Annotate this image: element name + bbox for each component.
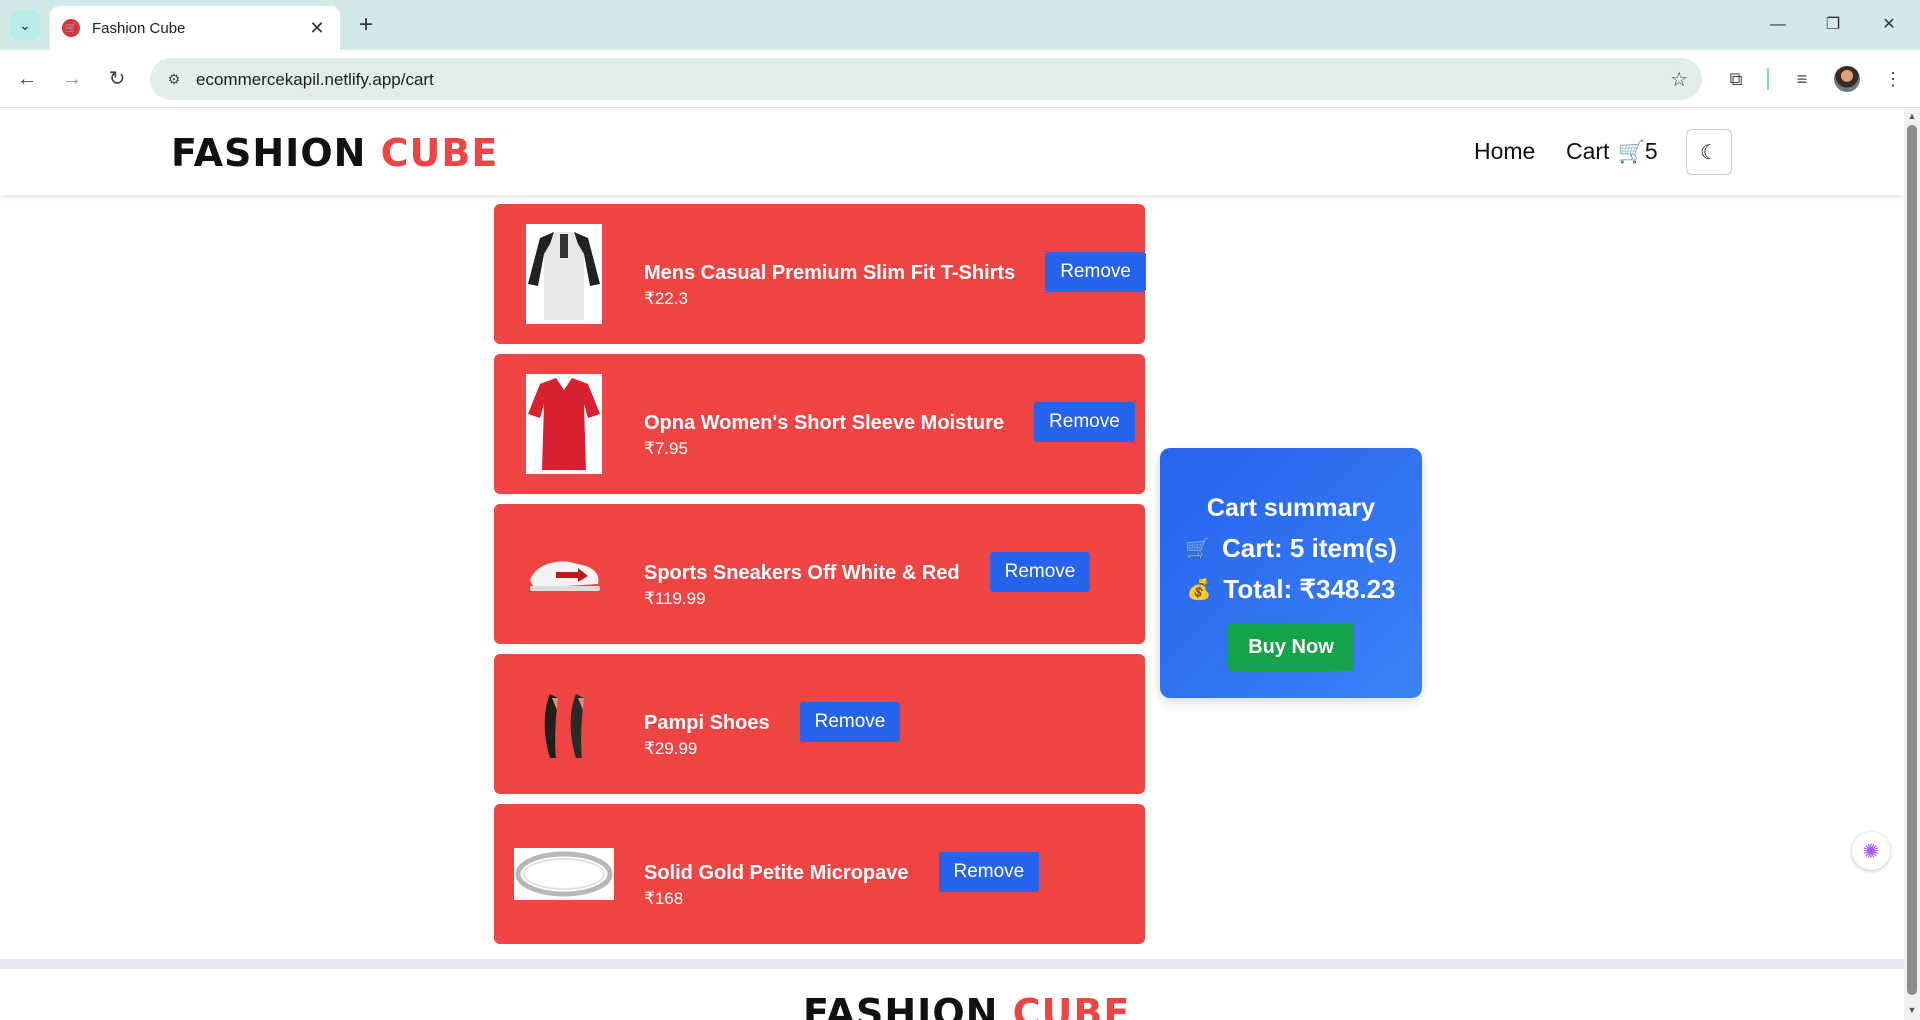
item-price: ₹29.99 — [644, 739, 698, 758]
profile-avatar[interactable] — [1834, 66, 1860, 92]
cart-item-list: Mens Casual Premium Slim Fit T-Shirts ₹2… — [494, 204, 1146, 954]
moon-icon: ☾ — [1700, 141, 1718, 164]
scroll-up-icon[interactable]: ▲ — [1907, 111, 1917, 121]
summary-total: 💰 Total: ₹348.23 — [1160, 574, 1422, 605]
item-title: Mens Casual Premium Slim Fit T-Shirts — [644, 262, 1016, 284]
remove-button[interactable]: Remove — [1045, 252, 1146, 292]
remove-button[interactable]: Remove — [799, 702, 901, 742]
page-scrollbar[interactable]: ▲ ▼ — [1904, 109, 1920, 1020]
address-bar[interactable]: ⚙ ecommercekapil.netlify.app/cart ☆ — [150, 58, 1702, 100]
assistant-brain-icon[interactable]: ✺ — [1852, 832, 1890, 870]
cart-item: Opna Women's Short Sleeve Moisture ₹7.95… — [494, 354, 1145, 494]
browser-tab-bar: ⌄ 🛒 Fashion Cube ✕ + — ❐ ✕ — [0, 0, 1920, 50]
remove-button[interactable]: Remove — [989, 552, 1091, 592]
scroll-down-icon[interactable]: ▼ — [1907, 1005, 1917, 1015]
site-info-icon[interactable]: ⚙ — [164, 69, 184, 89]
cart-item: Sports Sneakers Off White & Red ₹119.99 … — [494, 504, 1145, 644]
logo-main-text: FASHION — [171, 131, 367, 175]
heels-image — [526, 688, 602, 764]
forward-button[interactable]: → — [56, 63, 88, 95]
footer-logo-main: FASHION — [803, 991, 999, 1020]
browser-toolbar: ← → ↻ ⚙ ecommercekapil.netlify.app/cart … — [0, 50, 1920, 108]
browser-tab[interactable]: 🛒 Fashion Cube ✕ — [50, 6, 340, 50]
media-control-icon[interactable]: ≡ — [1787, 64, 1817, 94]
cart-summary-card: Cart summary 🛒 Cart: 5 item(s) 💰 Total: … — [1160, 448, 1422, 698]
cart-count: 5 — [1644, 138, 1658, 164]
remove-button[interactable]: Remove — [1034, 402, 1135, 442]
cart-icon: 🛒 — [1185, 538, 1211, 560]
bookmark-star-icon[interactable]: ☆ — [1670, 67, 1688, 92]
item-info: Mens Casual Premium Slim Fit T-Shirts ₹2… — [644, 252, 1146, 309]
site-logo[interactable]: FASHION CUBE — [171, 131, 498, 175]
item-price: ₹7.95 — [644, 439, 688, 458]
item-title: Opna Women's Short Sleeve Moisture — [644, 412, 1005, 434]
money-bag-icon: 💰 — [1186, 579, 1212, 601]
footer-logo-accent: CUBE — [1012, 991, 1131, 1020]
cart-item: Mens Casual Premium Slim Fit T-Shirts ₹2… — [494, 204, 1146, 344]
remove-button[interactable]: Remove — [938, 852, 1040, 892]
tshirt-image — [526, 224, 602, 324]
menu-kebab-icon[interactable]: ⋮ — [1878, 64, 1908, 94]
summary-cart-label: Cart: 5 item(s) — [1222, 533, 1397, 563]
cart-item: Pampi Shoes ₹29.99 Remove — [494, 654, 1145, 794]
item-info: Sports Sneakers Off White & Red ₹119.99 … — [644, 552, 1091, 609]
back-button[interactable]: ← — [11, 63, 43, 95]
sneaker-image — [526, 544, 602, 600]
item-price: ₹168 — [644, 889, 684, 908]
extensions-icon[interactable]: ⧉ — [1721, 64, 1751, 94]
summary-total-label: Total: ₹348.23 — [1223, 574, 1396, 604]
item-info: Pampi Shoes ₹29.99 Remove — [644, 702, 901, 759]
url-text[interactable]: ecommercekapil.netlify.app/cart — [196, 70, 434, 90]
scrollbar-thumb[interactable] — [1907, 125, 1917, 995]
toolbar-separator — [1767, 68, 1769, 90]
summary-title: Cart summary — [1206, 494, 1376, 522]
item-title: Pampi Shoes — [644, 712, 770, 734]
tab-title: Fashion Cube — [92, 19, 186, 37]
restore-button[interactable]: ❐ — [1813, 10, 1853, 40]
footer-logo[interactable]: FASHION CUBE — [803, 991, 1130, 1020]
site-footer: FASHION CUBE — [0, 959, 1904, 1020]
logo-accent-text: CUBE — [380, 131, 499, 175]
item-title: Solid Gold Petite Micropave — [644, 862, 909, 884]
dark-mode-toggle[interactable]: ☾ — [1686, 129, 1732, 175]
tab-search-button[interactable]: ⌄ — [10, 10, 40, 40]
reload-button[interactable]: ↻ — [101, 63, 133, 95]
new-tab-button[interactable]: + — [352, 11, 380, 39]
site-header: FASHION CUBE Home Cart 🛒 5 ☾ — [0, 109, 1904, 195]
item-price: ₹119.99 — [644, 589, 706, 608]
item-info: Opna Women's Short Sleeve Moisture ₹7.95… — [644, 402, 1135, 459]
nav-cart-link[interactable]: Cart 🛒 5 — [1566, 138, 1658, 165]
bracelet-image — [514, 848, 614, 900]
buy-now-button[interactable]: Buy Now — [1228, 623, 1354, 671]
close-tab-icon[interactable]: ✕ — [306, 18, 328, 39]
favicon-icon: 🛒 — [62, 19, 80, 37]
summary-cart-count: 🛒 Cart: 5 item(s) — [1160, 533, 1422, 564]
item-price: ₹22.3 — [644, 289, 688, 308]
red-shirt-image — [526, 374, 602, 474]
close-window-button[interactable]: ✕ — [1869, 10, 1909, 40]
cart-item: Solid Gold Petite Micropave ₹168 Remove — [494, 804, 1145, 944]
nav-home-link[interactable]: Home — [1474, 138, 1535, 165]
page-viewport: FASHION CUBE Home Cart 🛒 5 ☾ Mens Casual… — [0, 109, 1904, 1020]
nav-cart-label: Cart — [1566, 138, 1610, 164]
shopping-cart-icon: 🛒 — [1617, 138, 1645, 164]
minimize-button[interactable]: — — [1758, 10, 1798, 40]
item-info: Solid Gold Petite Micropave ₹168 Remove — [644, 852, 1040, 909]
item-title: Sports Sneakers Off White & Red — [644, 562, 960, 584]
